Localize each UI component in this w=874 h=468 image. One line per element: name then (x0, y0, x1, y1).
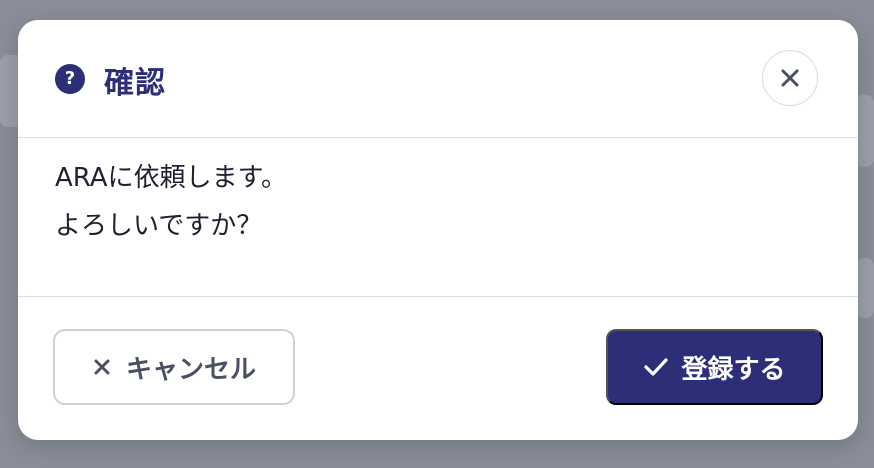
x-icon (94, 359, 110, 375)
cancel-button-label: キャンセル (125, 353, 256, 384)
dialog-title: 確認 (104, 66, 166, 101)
confirm-message-line1: ARAに依頼します。 (55, 163, 287, 193)
cancel-button[interactable]: キャンセル (53, 329, 295, 405)
close-button[interactable] (762, 50, 818, 106)
dialog-header: ? 確認 (18, 20, 858, 138)
confirm-message-line2: よろしいですか？ (55, 211, 263, 241)
submit-button-label: 登録する (681, 353, 786, 384)
question-circle-icon: ? (55, 64, 85, 94)
check-icon (644, 358, 669, 376)
submit-button[interactable]: 登録する (606, 329, 823, 405)
close-icon (781, 69, 799, 87)
